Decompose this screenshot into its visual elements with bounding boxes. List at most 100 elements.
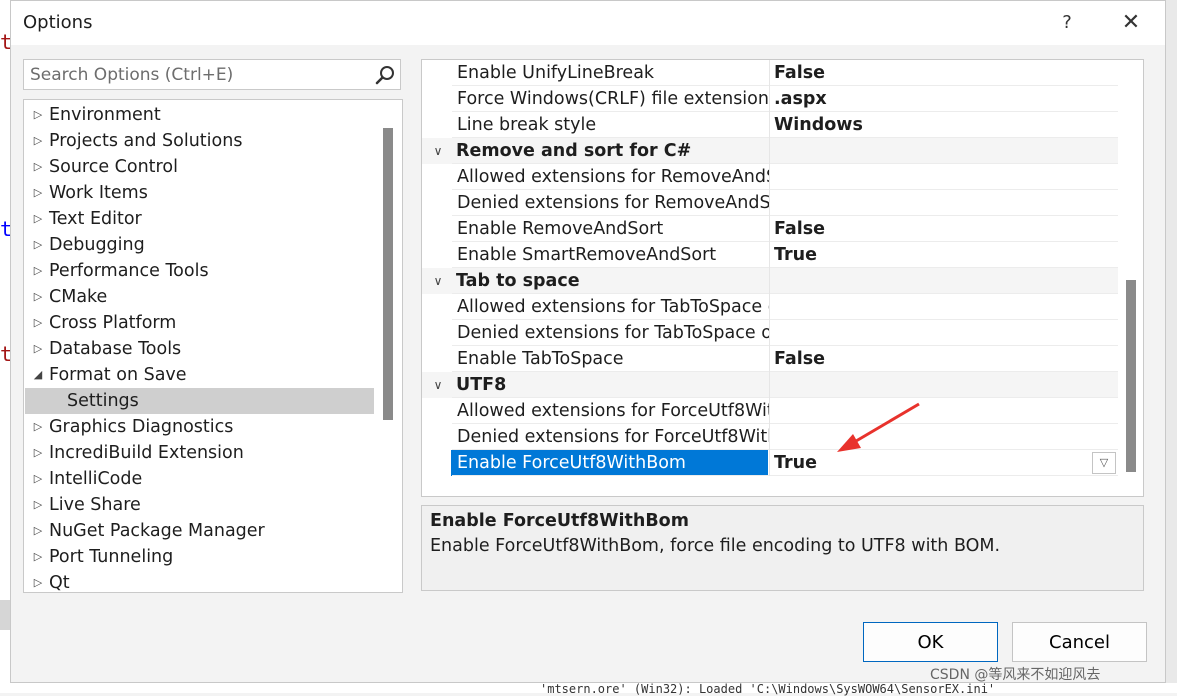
row-separator — [452, 449, 1118, 450]
grid-category-row[interactable]: ∨ Tab to space — [422, 268, 1118, 294]
tree-item-label: Projects and Solutions — [49, 131, 243, 151]
property-value[interactable]: True — [774, 450, 1118, 476]
grid-scrollbar-thumb[interactable] — [1126, 280, 1136, 472]
collapsed-triangle-icon[interactable]: ▷ — [31, 206, 45, 232]
property-value[interactable]: False — [774, 216, 1118, 242]
grid-property-row[interactable]: Enable RemoveAndSort False — [422, 216, 1118, 242]
grid-property-row[interactable]: Enable TabToSpace False — [422, 346, 1118, 372]
property-value[interactable] — [774, 164, 1118, 190]
property-value[interactable]: False — [774, 346, 1118, 372]
grid-property-row[interactable]: Denied extensions for TabToSpace o — [422, 320, 1118, 346]
grid-category-row[interactable]: ∨ Remove and sort for C# — [422, 138, 1118, 164]
row-separator — [452, 85, 1118, 86]
tree-item[interactable]: ▷ NuGet Package Manager — [25, 518, 374, 544]
collapse-chevron-icon[interactable]: ∨ — [430, 138, 446, 164]
grid-property-row[interactable]: Enable ForceUtf8WithBom True — [422, 450, 1118, 476]
collapsed-triangle-icon[interactable]: ▷ — [31, 440, 45, 466]
tree-item-label: Live Share — [49, 495, 141, 515]
property-name: Enable RemoveAndSort — [457, 219, 664, 239]
search-box[interactable] — [23, 59, 401, 90]
property-value[interactable] — [774, 398, 1118, 424]
tree-item[interactable]: ▷ Text Editor — [25, 206, 374, 232]
grid-property-row[interactable]: Enable UnifyLineBreak False — [422, 60, 1118, 86]
property-value[interactable] — [774, 190, 1118, 216]
grid-property-row[interactable]: Enable SmartRemoveAndSort True — [422, 242, 1118, 268]
property-value[interactable]: .aspx — [774, 86, 1118, 112]
collapsed-triangle-icon[interactable]: ▷ — [31, 570, 45, 592]
property-value[interactable] — [774, 424, 1118, 450]
tree-item[interactable]: ▷ Source Control — [25, 154, 374, 180]
tree-scrollbar-thumb[interactable] — [383, 128, 393, 420]
collapsed-triangle-icon[interactable]: ▷ — [31, 310, 45, 336]
collapsed-triangle-icon[interactable]: ▷ — [31, 466, 45, 492]
property-name: Denied extensions for ForceUtf8With — [457, 427, 770, 447]
tree-item[interactable]: ▷ Projects and Solutions — [25, 128, 374, 154]
grid-category-row[interactable]: ∨ UTF8 — [422, 372, 1118, 398]
property-grid[interactable]: Enable ForceUtf8WithBom True Denied extens… — [421, 59, 1144, 497]
help-button[interactable]: ? — [1055, 11, 1079, 35]
search-icon[interactable] — [374, 64, 396, 86]
ok-button[interactable]: OK — [863, 622, 998, 662]
tree-item[interactable]: ▷ Qt — [25, 570, 374, 592]
property-value[interactable]: False — [774, 60, 1118, 86]
tree-item[interactable]: ▷ Cross Platform — [25, 310, 374, 336]
tree-item[interactable]: ▷ Database Tools — [25, 336, 374, 362]
property-value[interactable]: True — [774, 242, 1118, 268]
collapsed-triangle-icon[interactable]: ▷ — [31, 518, 45, 544]
grid-property-row[interactable]: Denied extensions for ForceUtf8With — [422, 424, 1118, 450]
collapsed-triangle-icon[interactable]: ▷ — [31, 284, 45, 310]
property-name: Enable UnifyLineBreak — [457, 63, 655, 83]
tree-item[interactable]: ▷ Port Tunneling — [25, 544, 374, 570]
tree-item-label: Work Items — [49, 183, 148, 203]
grid-property-row[interactable]: Allowed extensions for RemoveAndSort — [422, 164, 1118, 190]
expanded-triangle-icon[interactable]: ◢ — [31, 362, 45, 388]
search-input[interactable] — [30, 64, 360, 86]
tree-item[interactable]: ▷ Work Items — [25, 180, 374, 206]
collapse-chevron-icon[interactable]: ∨ — [430, 372, 446, 398]
collapsed-triangle-icon[interactable]: ▷ — [31, 336, 45, 362]
tree-item-label: Port Tunneling — [49, 547, 174, 567]
grid-property-row[interactable]: Allowed extensions for ForceUtf8Wit — [422, 398, 1118, 424]
tree-item-label: Debugging — [49, 235, 145, 255]
tree-item[interactable]: ▷ IncrediBuild Extension — [25, 440, 374, 466]
tree-item-label: Environment — [49, 105, 161, 125]
tree-item[interactable]: ▷ Debugging — [25, 232, 374, 258]
category-label: Remove and sort for C# — [456, 141, 692, 161]
collapsed-triangle-icon[interactable]: ▷ — [31, 258, 45, 284]
background-panel-mark — [0, 600, 10, 630]
tree-item[interactable]: ▷ Live Share — [25, 492, 374, 518]
row-separator — [452, 267, 1118, 268]
tree-item[interactable]: Settings — [25, 388, 374, 414]
tree-item[interactable]: ◢ Format on Save — [25, 362, 374, 388]
options-tree[interactable]: ▷ Environment ▷ Projects and Solutions ▷ Sour… — [23, 99, 403, 593]
close-button[interactable]: ✕ — [1117, 9, 1145, 37]
tree-item[interactable]: ▷ CMake — [25, 284, 374, 310]
collapsed-triangle-icon[interactable]: ▷ — [31, 232, 45, 258]
tree-item[interactable]: ▷ IntelliCode — [25, 466, 374, 492]
collapsed-triangle-icon[interactable]: ▷ — [31, 102, 45, 128]
collapsed-triangle-icon[interactable]: ▷ — [31, 544, 45, 570]
grid-property-row[interactable]: Line break style Windows — [422, 112, 1118, 138]
annotation-arrow — [837, 402, 920, 452]
property-value[interactable]: Windows — [774, 112, 1118, 138]
property-value[interactable] — [774, 320, 1118, 346]
chevron-down-icon[interactable]: ▽ — [1092, 452, 1116, 474]
property-name: Enable TabToSpace — [457, 349, 624, 369]
collapsed-triangle-icon[interactable]: ▷ — [31, 128, 45, 154]
collapsed-triangle-icon[interactable]: ▷ — [31, 180, 45, 206]
collapsed-triangle-icon[interactable]: ▷ — [31, 154, 45, 180]
cancel-button[interactable]: Cancel — [1012, 622, 1147, 662]
collapse-chevron-icon[interactable]: ∨ — [430, 268, 446, 294]
grid-property-row[interactable]: Allowed extensions for TabToSpace o — [422, 294, 1118, 320]
grid-property-row[interactable]: Force Windows(CRLF) file extensions .aspx — [422, 86, 1118, 112]
description-panel: Enable ForceUtf8WithBom Enable ForceUtf8… — [421, 505, 1144, 591]
tree-item-label: Cross Platform — [49, 313, 177, 333]
tree-item[interactable]: ▷ Performance Tools — [25, 258, 374, 284]
collapsed-triangle-icon[interactable]: ▷ — [31, 492, 45, 518]
grid-property-row[interactable]: Denied extensions for RemoveAndSort — [422, 190, 1118, 216]
collapsed-triangle-icon[interactable]: ▷ — [31, 414, 45, 440]
property-value[interactable] — [774, 294, 1118, 320]
options-dialog: Options ? ✕ ▷Environment▷Projects and So… — [10, 0, 1166, 683]
tree-item[interactable]: ▷ Environment — [25, 102, 374, 128]
tree-item[interactable]: ▷ Graphics Diagnostics — [25, 414, 374, 440]
